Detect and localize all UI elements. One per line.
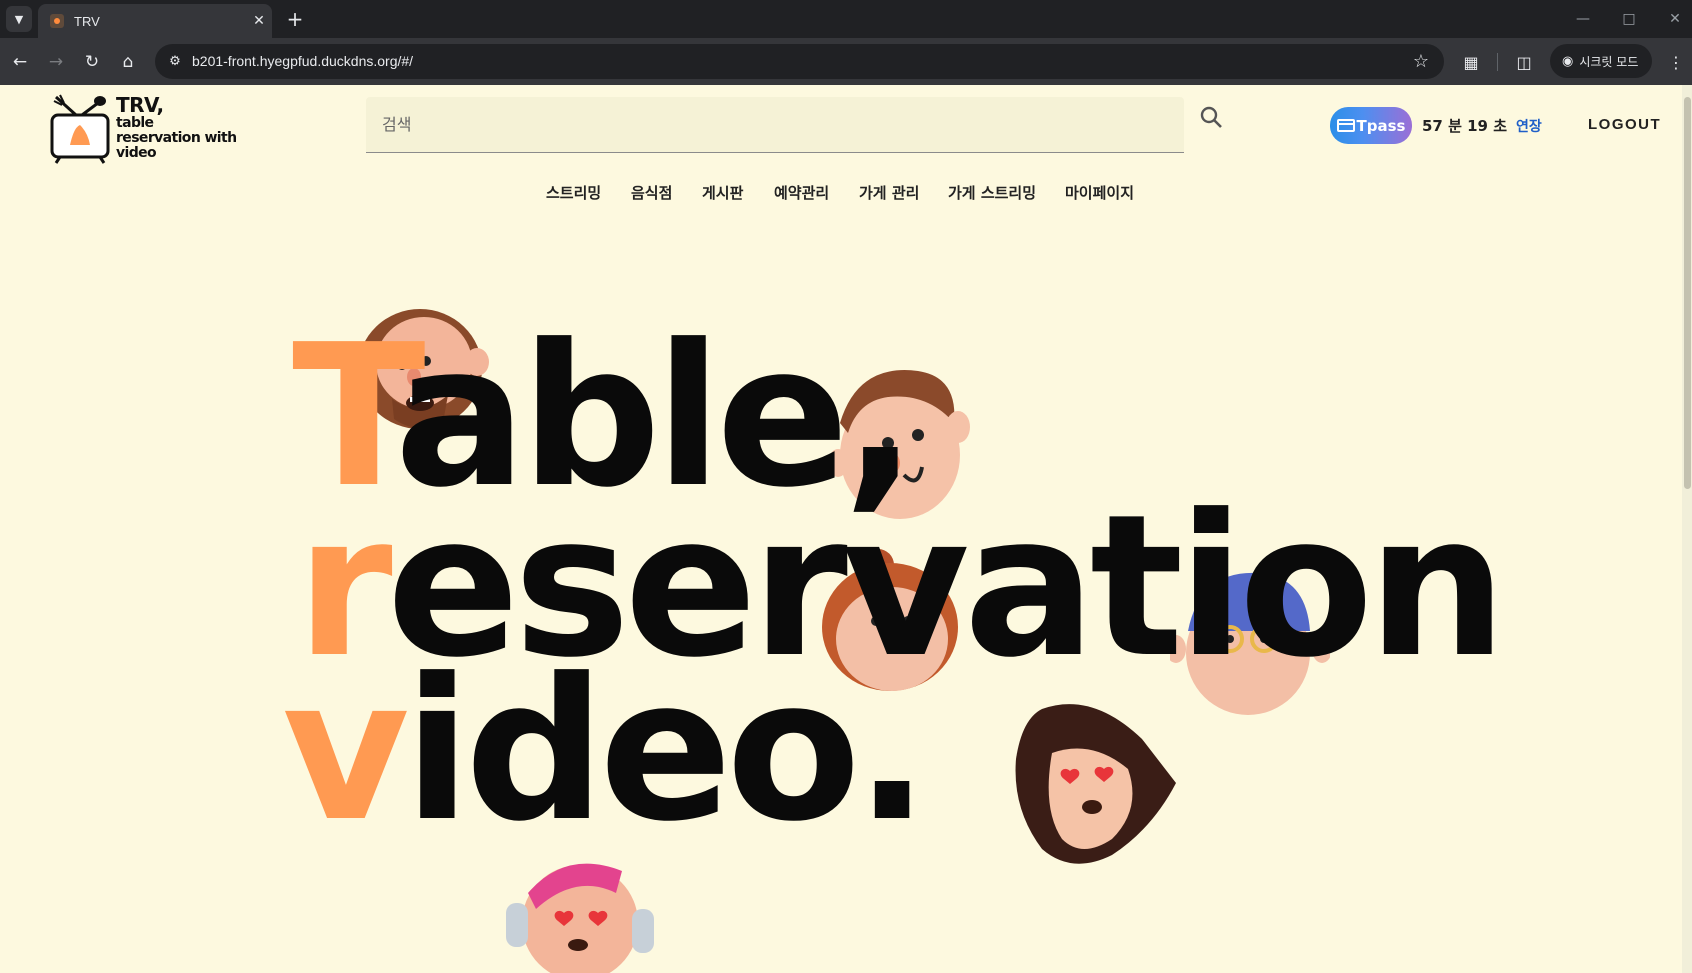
site-logo[interactable]: TRV, table reservation with video: [50, 93, 240, 165]
back-icon[interactable]: ←: [6, 48, 34, 76]
search-input[interactable]: [366, 97, 1184, 152]
tab-search-icon[interactable]: ▼: [6, 6, 32, 32]
side-panel-icon[interactable]: ◫: [1510, 48, 1538, 76]
nav-item-board[interactable]: 게시판: [702, 182, 743, 203]
page-scrollbar[interactable]: [1682, 85, 1692, 973]
heart-eyes-woman-avatar: [1015, 704, 1176, 864]
scrollbar-thumb[interactable]: [1684, 97, 1691, 489]
tpass-label: Tpass: [1356, 116, 1406, 135]
home-icon[interactable]: ⌂: [114, 48, 142, 76]
main-nav: 스트리밍 음식점 게시판 예약관리 가게 관리 가게 스트리밍 마이페이지: [0, 182, 1692, 206]
browser-tab[interactable]: TRV ✕: [38, 4, 272, 38]
incognito-badge[interactable]: ◉ 시크릿 모드: [1550, 44, 1652, 78]
search-field[interactable]: [366, 97, 1184, 153]
tv-logo-icon: [50, 94, 110, 164]
extensions-icon[interactable]: ▦: [1457, 48, 1485, 76]
card-icon: [1336, 119, 1355, 132]
hero-accent-letter: v: [282, 637, 410, 865]
incognito-icon: ◉: [1562, 53, 1574, 69]
window-close-icon[interactable]: ✕: [1662, 6, 1688, 32]
tab-title: TRV: [74, 13, 100, 29]
tab-close-icon[interactable]: ✕: [246, 13, 272, 29]
browser-tab-bar: ▼ TRV ✕ + — □ ✕: [0, 0, 1692, 38]
bookmark-star-icon[interactable]: ☆: [1408, 48, 1434, 74]
logo-subtitle: reservation with: [116, 130, 237, 146]
headphones-avatar: [506, 863, 654, 973]
logout-button[interactable]: LOGOUT: [1588, 116, 1661, 133]
site-info-icon[interactable]: ⚙: [163, 49, 187, 73]
tpass-badge[interactable]: Tpass: [1330, 107, 1412, 144]
nav-item-mypage[interactable]: 마이페이지: [1065, 182, 1134, 203]
nav-item-streaming[interactable]: 스트리밍: [546, 182, 601, 203]
page-viewport: Table, reservation video. TRV, table res…: [0, 85, 1692, 973]
forward-icon[interactable]: →: [42, 48, 70, 76]
logo-subtitle: table: [116, 115, 154, 131]
address-bar[interactable]: ⚙ b201-front.hyegpfud.duckdns.org/#/ ☆: [155, 44, 1444, 79]
new-tab-icon[interactable]: +: [282, 6, 308, 32]
nav-item-restaurants[interactable]: 음식점: [631, 182, 672, 203]
hero-section: Table, reservation video.: [0, 85, 1692, 973]
nav-item-reservations[interactable]: 예약관리: [774, 182, 829, 203]
browser-toolbar: ← → ↻ ⌂ ⚙ b201-front.hyegpfud.duckdns.or…: [0, 38, 1692, 85]
nav-item-store-management[interactable]: 가게 관리: [859, 182, 919, 203]
incognito-label: 시크릿 모드: [1579, 54, 1639, 69]
logo-subtitle: video: [116, 145, 157, 161]
hero-line-video: video.: [282, 653, 929, 849]
reload-icon[interactable]: ↻: [78, 48, 106, 76]
toolbar-divider: [1497, 53, 1498, 71]
minimize-icon[interactable]: —: [1570, 6, 1596, 32]
url-text[interactable]: b201-front.hyegpfud.duckdns.org/#/: [192, 53, 413, 69]
favicon-icon: [50, 14, 64, 28]
session-timer: 57 분 19 초: [1422, 117, 1508, 135]
browser-menu-icon[interactable]: ⋮: [1662, 48, 1690, 76]
hero-line-text: ideo.: [403, 637, 930, 865]
search-icon[interactable]: [1199, 105, 1225, 131]
logo-text: TRV, table reservation with video: [116, 93, 237, 161]
maximize-icon[interactable]: □: [1616, 6, 1642, 32]
extend-session-button[interactable]: 연장: [1516, 116, 1542, 136]
nav-item-store-streaming[interactable]: 가게 스트리밍: [948, 182, 1036, 203]
logo-title: TRV,: [116, 93, 164, 117]
